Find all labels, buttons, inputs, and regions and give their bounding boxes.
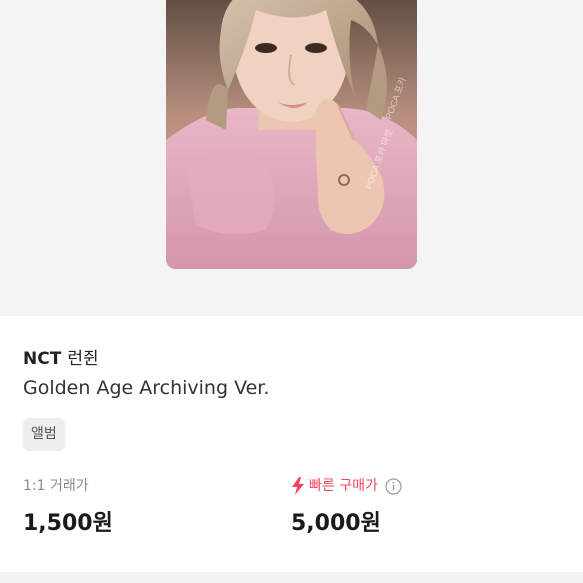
quick-buy-price-value: 5,000원 <box>291 511 381 536</box>
trade-price-block: 1:1 거래가 1,500원 <box>23 476 113 537</box>
quick-buy-label-row: 빠른 구매가 <box>291 476 402 496</box>
trade-price-label: 1:1 거래가 <box>23 478 89 494</box>
trade-price-value: 1,500원 <box>23 511 113 536</box>
photocard-illustration: POCA 포카 마켓 POCA 포카 <box>166 0 417 269</box>
product-image-area: POCA 포카 마켓 POCA 포카 <box>0 0 583 316</box>
product-detail-page: POCA 포카 마켓 POCA 포카 NCT 런쥔 Golden Age Arch… <box>0 0 583 583</box>
lightning-icon <box>292 477 304 495</box>
quick-buy-price-block: 빠른 구매가 5,000원 <box>291 476 402 537</box>
group-name: NCT <box>23 349 62 369</box>
album-version: Golden Age Archiving Ver. <box>23 377 270 399</box>
section-divider <box>0 572 583 583</box>
product-info-section: NCT 런쥔 Golden Age Archiving Ver. 앨범 1:1 거… <box>0 316 583 583</box>
member-name: 런쥔 <box>67 349 99 369</box>
product-title: NCT 런쥔 <box>23 344 99 369</box>
info-icon[interactable] <box>385 477 402 495</box>
photocard-image[interactable]: POCA 포카 마켓 POCA 포카 <box>166 0 417 269</box>
quick-buy-label: 빠른 구매가 <box>309 478 378 494</box>
category-tag[interactable]: 앨범 <box>23 418 65 451</box>
